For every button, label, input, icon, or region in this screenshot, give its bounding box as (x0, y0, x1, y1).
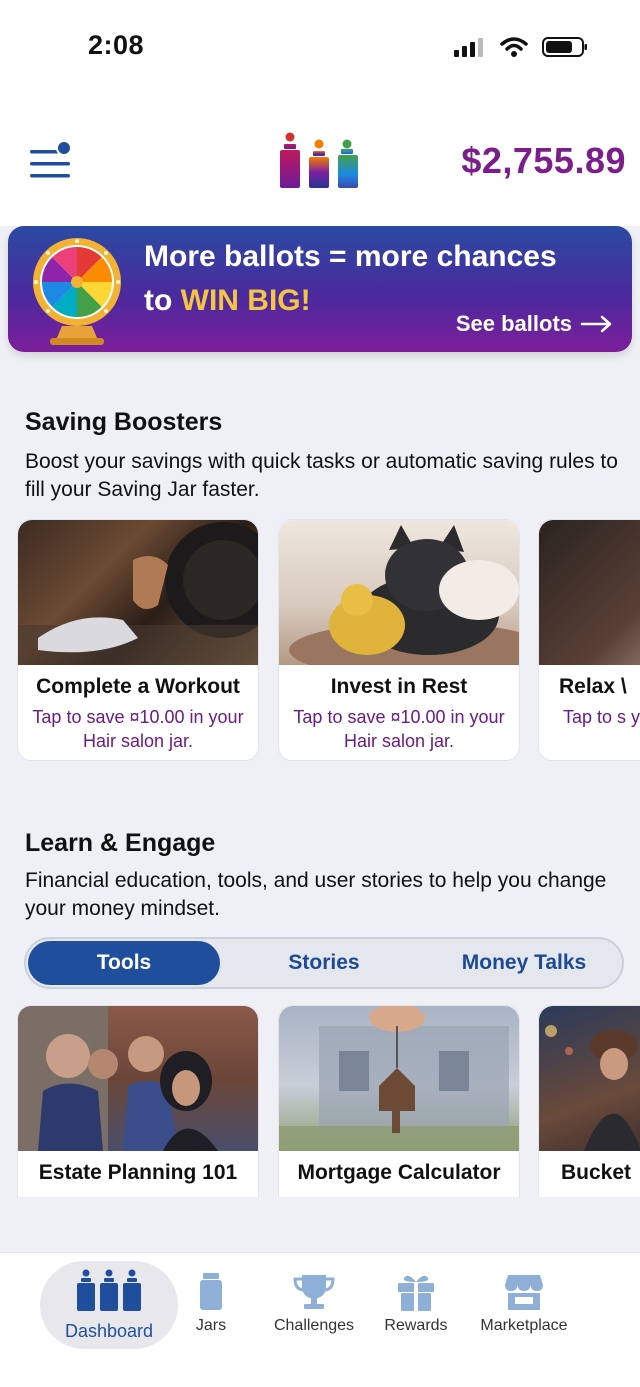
learn-engage-description: Financial education, tools, and user sto… (25, 869, 607, 920)
nav-marketplace[interactable]: Marketplace (468, 1253, 580, 1353)
saving-boosters-description: Boost your savings with quick tasks or a… (25, 450, 618, 501)
see-ballots-link[interactable]: See ballots (456, 311, 614, 337)
woman-phone-photo (539, 1006, 640, 1151)
app-header: $2,755.89 (0, 96, 640, 226)
booster-card-title: Complete a Workout (36, 675, 240, 698)
booster-card-workout[interactable]: Complete a Workout Tap to save ¤10.00 in… (17, 519, 259, 761)
house-keys-photo (279, 1006, 519, 1151)
battery-icon (542, 37, 587, 57)
nav-label: Marketplace (480, 1317, 568, 1334)
banner-prefix: to (144, 284, 181, 317)
tab-stories[interactable]: Stories (226, 939, 422, 987)
wifi-icon (500, 37, 528, 57)
learn-card-mortgage-calculator[interactable]: Mortgage Calculator (278, 1005, 520, 1197)
learn-card-title: Estate Planning 101 (38, 1161, 238, 1184)
booster-card-relax[interactable]: Relax \ Tap to s your (538, 519, 640, 761)
arrow-right-icon (580, 315, 612, 333)
rest-photo (279, 520, 519, 678)
learn-card-estate-planning[interactable]: Estate Planning 101 (17, 1005, 259, 1197)
learn-engage-title: Learn & Engage (25, 829, 216, 857)
nav-label: Rewards (384, 1317, 448, 1334)
status-time: 2:08 (88, 30, 145, 60)
status-bar: 2:08 (0, 0, 640, 96)
family-photo (18, 1006, 258, 1151)
app-logo (275, 130, 365, 190)
nav-label: Dashboard (64, 1321, 154, 1341)
nav-label: Jars (195, 1317, 227, 1334)
status-icons (454, 36, 588, 58)
banner-subheadline: to WIN BIG! (144, 284, 311, 318)
banner-headline: More ballots = more chances (144, 240, 557, 273)
jar-icon (200, 1273, 222, 1310)
nav-challenges[interactable]: Challenges (264, 1253, 364, 1353)
menu-button[interactable] (28, 140, 76, 182)
nav-dashboard[interactable]: Dashboard (40, 1253, 178, 1353)
relax-photo (539, 520, 640, 665)
account-balance[interactable]: $2,755.89 (461, 140, 626, 182)
saving-boosters-carousel[interactable]: Complete a Workout Tap to save ¤10.00 in… (0, 519, 640, 764)
workout-photo (18, 520, 258, 665)
learn-card-bucket[interactable]: Bucket (538, 1005, 640, 1197)
nav-rewards[interactable]: Rewards (376, 1253, 456, 1353)
booster-card-title: Invest in Rest (330, 675, 468, 698)
trophy-icon (293, 1275, 335, 1309)
booster-card-rest[interactable]: Invest in Rest Tap to save ¤10.00 in you… (278, 519, 520, 761)
see-ballots-label: See ballots (455, 311, 572, 336)
cellular-signal-icon (454, 38, 483, 57)
store-icon (505, 1275, 543, 1310)
bottom-navigation: Dashboard Jars Challenges Rewards Market… (0, 1252, 640, 1387)
tab-tools[interactable]: Tools (28, 941, 220, 985)
learn-card-title: Bucket (561, 1161, 632, 1184)
prize-wheel-icon (28, 236, 126, 346)
jars-trio-icon (77, 1269, 141, 1311)
nav-jars[interactable]: Jars (180, 1253, 242, 1353)
learn-cards-carousel[interactable]: Estate Planning 101 Mortgage Calculator (0, 1005, 640, 1197)
booster-card-title: Relax \ (559, 675, 627, 698)
saving-boosters-title: Saving Boosters (25, 408, 223, 436)
learn-tabs: Tools Stories Money Talks (24, 937, 624, 989)
nav-label: Challenges (273, 1317, 355, 1334)
ballots-promo-banner[interactable]: More ballots = more chances to WIN BIG! … (8, 226, 632, 352)
gift-icon (398, 1275, 434, 1311)
learn-card-title: Mortgage Calculator (297, 1161, 501, 1184)
booster-card-subtitle: Tap to save ¤10.00 in your Hair salon ja… (32, 707, 244, 751)
booster-card-subtitle: Tap to save ¤10.00 in your Hair salon ja… (293, 707, 505, 751)
booster-card-subtitle: Tap to s your (563, 707, 640, 727)
banner-win-text: WIN BIG! (180, 284, 311, 317)
tab-money-talks[interactable]: Money Talks (426, 939, 622, 987)
hamburger-menu-icon (30, 140, 72, 178)
